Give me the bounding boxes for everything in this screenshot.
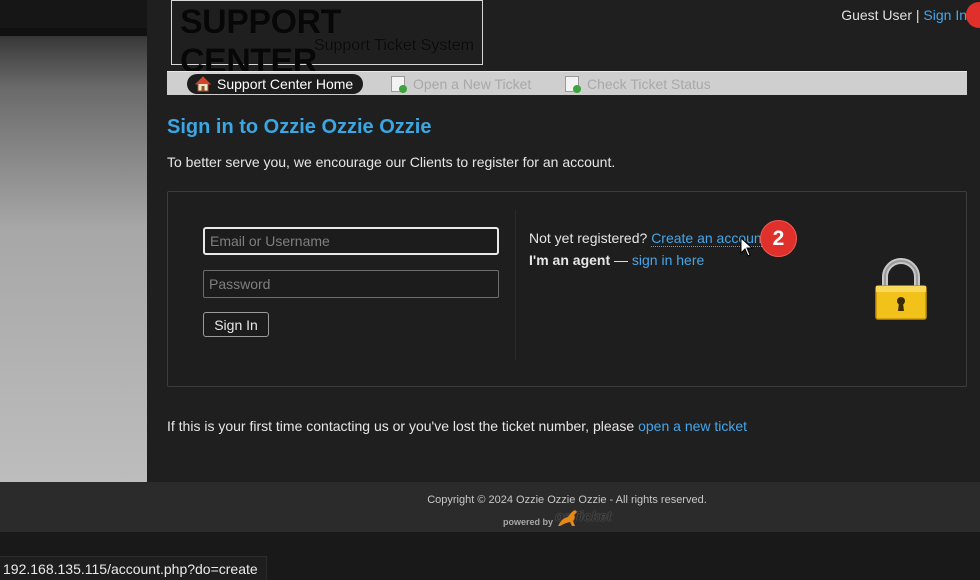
new-ticket-icon bbox=[391, 76, 407, 93]
sign-in-button[interactable]: Sign In bbox=[203, 312, 269, 337]
open-new-ticket-link[interactable]: open a new ticket bbox=[638, 418, 747, 434]
main-nav: Support Center Home Open a New Ticket Ch… bbox=[167, 71, 967, 95]
intro-text: To better serve you, we encourage our Cl… bbox=[167, 154, 616, 170]
guest-user-label: Guest User | bbox=[841, 7, 920, 23]
annotation-badge: 2 bbox=[760, 220, 797, 257]
nav-label: Support Center Home bbox=[217, 76, 354, 92]
nav-open-new-ticket[interactable]: Open a New Ticket bbox=[391, 74, 531, 94]
powered-by-text: powered by bbox=[503, 517, 554, 527]
password-input[interactable] bbox=[203, 270, 499, 298]
footer: Copyright © 2024 Ozzie Ozzie Ozzie - All… bbox=[0, 482, 980, 532]
not-registered-text: Not yet registered? bbox=[529, 230, 648, 246]
logo-subtitle: Support Ticket System bbox=[313, 37, 474, 54]
nav-label: Check Ticket Status bbox=[587, 76, 711, 92]
agent-dash: — bbox=[614, 252, 629, 268]
nav-check-ticket-status[interactable]: Check Ticket Status bbox=[565, 74, 711, 94]
lock-icon bbox=[875, 258, 927, 320]
nav-label: Open a New Ticket bbox=[413, 76, 532, 92]
kangaroo-logo-icon bbox=[558, 510, 577, 526]
left-gutter bbox=[0, 28, 147, 482]
house-icon bbox=[194, 76, 212, 92]
register-section: Not yet registered? Create an account I'… bbox=[529, 227, 766, 271]
panel-divider bbox=[515, 210, 516, 360]
first-time-text: If this is your first time contacting us… bbox=[167, 418, 747, 434]
mouse-cursor-icon bbox=[740, 237, 754, 257]
ticket-status-icon bbox=[565, 76, 581, 93]
email-username-input[interactable] bbox=[203, 227, 499, 255]
support-center-logo[interactable]: SUPPORT CENTER Support Ticket System bbox=[171, 0, 483, 80]
agent-sign-in-link[interactable]: sign in here bbox=[632, 252, 704, 268]
sign-in-link[interactable]: Sign In bbox=[923, 7, 967, 23]
first-time-message: If this is your first time contacting us… bbox=[167, 418, 635, 434]
copyright-text: Copyright © 2024 Ozzie Ozzie Ozzie - All… bbox=[427, 494, 707, 506]
user-bar: Guest User | Sign In bbox=[841, 7, 967, 23]
status-bar-url: 192.168.135.115/account.php?do=create bbox=[0, 556, 267, 580]
page-title: Sign in to Ozzie Ozzie Ozzie bbox=[167, 116, 432, 138]
agent-label: I'm an agent bbox=[529, 252, 611, 268]
nav-support-center-home[interactable]: Support Center Home bbox=[187, 74, 364, 94]
